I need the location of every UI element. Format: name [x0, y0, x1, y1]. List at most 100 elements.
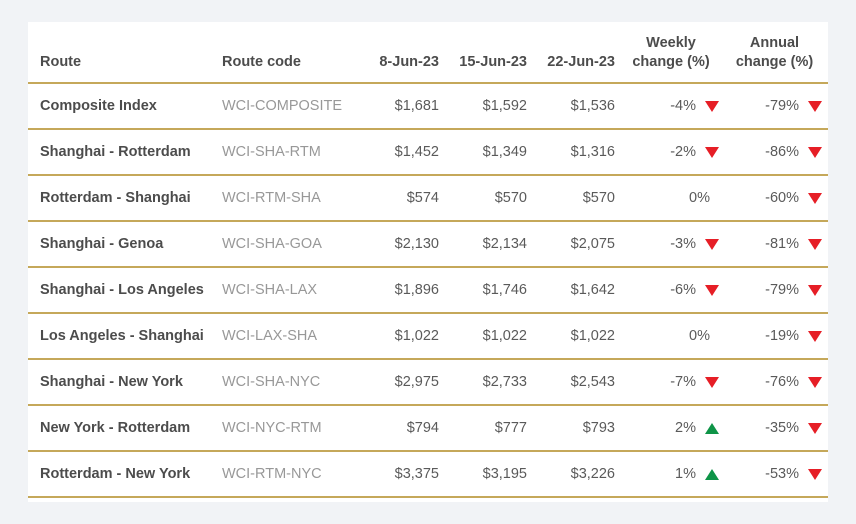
cell-rate-date-1: $2,130 [363, 221, 445, 269]
column-header-date-2[interactable]: 15-Jun-23 [445, 22, 533, 85]
cell-route: Composite Index [28, 83, 218, 131]
table-row[interactable]: Shanghai - Genoa WCI-SHA-GOA $2,130 $2,134 $… [28, 221, 828, 269]
cell-route: Los Angeles - Shanghai [28, 313, 218, 361]
arrow-down-icon [705, 238, 719, 250]
cell-rate-date-2: $570 [445, 175, 533, 223]
cell-annual-change: -76% [725, 359, 828, 407]
cell-weekly-change: -6% [621, 267, 725, 315]
cell-weekly-change-value: 1% [675, 466, 696, 483]
cell-route: Rotterdam - Shanghai [28, 175, 218, 223]
cell-rate-date-3: $1,642 [533, 267, 621, 315]
cell-weekly-change-value: -4% [670, 98, 696, 115]
cell-route-code: WCI-RTM-SHA [218, 175, 363, 223]
cell-weekly-change-wrapper: 1% [675, 466, 719, 482]
cell-annual-change-value: -19% [765, 328, 799, 345]
cell-weekly-change: -3% [621, 221, 725, 269]
cell-weekly-change-wrapper: -6% [670, 282, 719, 298]
cell-annual-change: -86% [725, 129, 828, 177]
column-header-date-1[interactable]: 8-Jun-23 [363, 22, 445, 85]
cell-weekly-change: 0% [621, 175, 725, 223]
table-row[interactable]: Shanghai - Rotterdam WCI-SHA-RTM $1,452 $1,… [28, 129, 828, 177]
column-header-annual-change[interactable]: Annual change (%) [725, 22, 828, 85]
cell-annual-change-wrapper: -81% [765, 236, 822, 252]
arrow-down-icon [808, 468, 822, 480]
cell-annual-change-value: -60% [765, 190, 799, 207]
cell-rate-date-3: $2,075 [533, 221, 621, 269]
cell-annual-change: -79% [725, 267, 828, 315]
cell-annual-change-value: -86% [765, 144, 799, 161]
cell-rate-date-2: $1,022 [445, 313, 533, 361]
cell-rate-date-2: $2,134 [445, 221, 533, 269]
cell-annual-change-value: -81% [765, 236, 799, 253]
table-row[interactable]: Rotterdam - New York WCI-RTM-NYC $3,375 $3,… [28, 451, 828, 499]
table-row[interactable]: Shanghai - New York WCI-SHA-NYC $2,975 $2,7… [28, 359, 828, 407]
cell-route-code: WCI-SHA-RTM [218, 129, 363, 177]
arrow-up-icon [705, 422, 719, 434]
cell-annual-change-value: -76% [765, 374, 799, 391]
cell-weekly-change-value: -7% [670, 374, 696, 391]
cell-rate-date-2: $3,195 [445, 451, 533, 499]
cell-annual-change-value: -79% [765, 98, 799, 115]
cell-annual-change-wrapper: -35% [765, 420, 822, 436]
cell-weekly-change-wrapper: -2% [670, 144, 719, 160]
cell-weekly-change-value: 2% [675, 420, 696, 437]
arrow-down-icon [808, 376, 822, 388]
table-row[interactable]: Shanghai - Los Angeles WCI-SHA-LAX $1,896 $… [28, 267, 828, 315]
cell-route: Shanghai - Genoa [28, 221, 218, 269]
cell-route-code: WCI-LAX-SHA [218, 313, 363, 361]
cell-rate-date-3: $1,536 [533, 83, 621, 131]
page-root: Route Route code 8-Jun-23 15-Jun-23 22-J… [0, 0, 856, 524]
column-header-route-code[interactable]: Route code [218, 22, 363, 85]
cell-weekly-change-value: 0% [689, 190, 710, 207]
column-header-date-3[interactable]: 22-Jun-23 [533, 22, 621, 85]
cell-weekly-change-wrapper: -7% [670, 374, 719, 390]
cell-annual-change: -53% [725, 451, 828, 499]
arrow-down-icon [705, 146, 719, 158]
cell-rate-date-1: $794 [363, 405, 445, 453]
header-row: Route Route code 8-Jun-23 15-Jun-23 22-J… [28, 22, 828, 85]
cell-rate-date-3: $793 [533, 405, 621, 453]
cell-annual-change: -81% [725, 221, 828, 269]
cell-route: Shanghai - New York [28, 359, 218, 407]
cell-weekly-change-wrapper: 2% [675, 420, 719, 436]
cell-weekly-change: 0% [621, 313, 725, 361]
annual-change-label-line1: Annual [749, 35, 800, 51]
cell-route-code: WCI-NYC-RTM [218, 405, 363, 453]
cell-rate-date-3: $1,316 [533, 129, 621, 177]
cell-annual-change-wrapper: -79% [765, 282, 822, 298]
cell-rate-date-1: $2,975 [363, 359, 445, 407]
table-row[interactable]: Rotterdam - Shanghai WCI-RTM-SHA $574 $570 $… [28, 175, 828, 223]
cell-route-code: WCI-RTM-NYC [218, 451, 363, 499]
arrow-down-icon [705, 376, 719, 388]
arrow-down-icon [808, 100, 822, 112]
cell-route-code: WCI-COMPOSITE [218, 83, 363, 131]
cell-annual-change-wrapper: -53% [765, 466, 822, 482]
cell-rate-date-1: $1,022 [363, 313, 445, 361]
cell-annual-change-wrapper: -79% [765, 98, 822, 114]
cell-weekly-change: -7% [621, 359, 725, 407]
cell-rate-date-1: $3,375 [363, 451, 445, 499]
world-container-index-table: Route Route code 8-Jun-23 15-Jun-23 22-J… [28, 22, 828, 499]
column-header-weekly-change[interactable]: Weekly change (%) [621, 22, 725, 85]
cell-rate-date-2: $777 [445, 405, 533, 453]
cell-rate-date-3: $1,022 [533, 313, 621, 361]
table-body: Composite Index WCI-COMPOSITE $1,681 $1,592… [28, 83, 828, 499]
table-row[interactable]: New York - Rotterdam WCI-NYC-RTM $794 $777 $… [28, 405, 828, 453]
cell-route-code: WCI-SHA-LAX [218, 267, 363, 315]
cell-weekly-change-value: -6% [670, 282, 696, 299]
cell-annual-change: -35% [725, 405, 828, 453]
cell-weekly-change: -2% [621, 129, 725, 177]
cell-route: New York - Rotterdam [28, 405, 218, 453]
column-header-route[interactable]: Route [28, 22, 218, 85]
table-row[interactable]: Composite Index WCI-COMPOSITE $1,681 $1,592… [28, 83, 828, 131]
cell-route-code: WCI-SHA-NYC [218, 359, 363, 407]
arrow-down-icon [808, 238, 822, 250]
cell-rate-date-2: $1,592 [445, 83, 533, 131]
cell-weekly-change-wrapper: 0% [689, 328, 719, 344]
table-row[interactable]: Los Angeles - Shanghai WCI-LAX-SHA $1,022 $… [28, 313, 828, 361]
cell-rate-date-1: $1,452 [363, 129, 445, 177]
arrow-down-icon [808, 422, 822, 434]
annual-change-label-line2: change (%) [735, 53, 814, 70]
cell-annual-change-wrapper: -76% [765, 374, 822, 390]
cell-weekly-change-value: -2% [670, 144, 696, 161]
